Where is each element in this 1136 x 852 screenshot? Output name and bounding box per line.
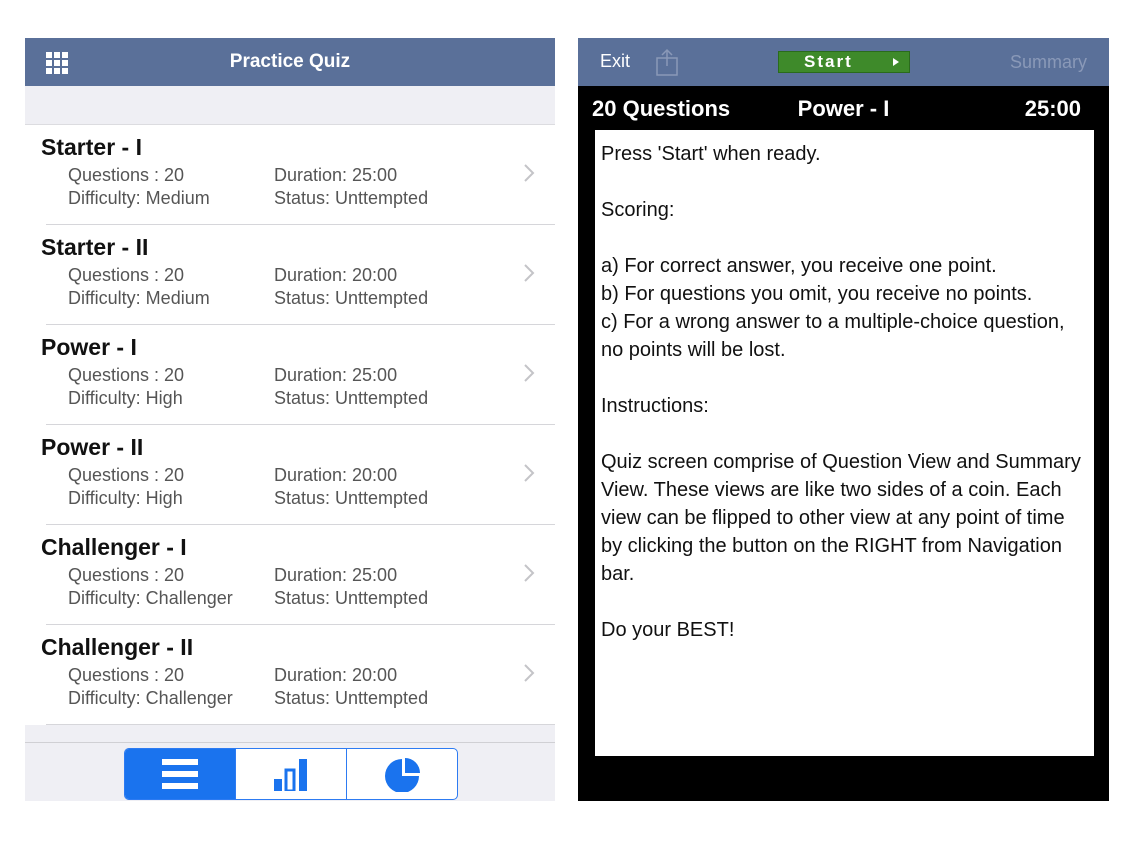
quiz-duration: Duration: 20:00 [274, 265, 398, 285]
quiz-duration: Duration: 25:00 [274, 565, 398, 585]
view-segmented-control [124, 748, 458, 800]
quiz-status: Status: Unttempted [274, 688, 429, 708]
list-footer [25, 725, 555, 742]
start-button-label: Start [804, 52, 853, 71]
quiz-difficulty: Difficulty: Medium [68, 188, 210, 208]
summary-button[interactable]: Summary [1010, 52, 1087, 73]
exit-button[interactable]: Exit [600, 51, 630, 72]
tab-pie-chart-view[interactable] [347, 749, 457, 799]
bar-chart-icon [274, 759, 307, 791]
quiz-list: Starter - I Questions : 20 Difficulty: M… [25, 125, 555, 725]
quiz-row-challenger-1[interactable]: Challenger - I Questions : 20 Difficulty… [25, 525, 555, 625]
quiz-status: Status: Unttempted [274, 488, 429, 508]
quiz-duration: Duration: 25:00 [274, 165, 398, 185]
chevron-right-icon [524, 564, 535, 582]
quiz-questions: Questions : 20 [68, 665, 185, 685]
quiz-questions: Questions : 20 [68, 365, 185, 385]
instructions-panel: Press 'Start' when ready. Scoring: a) Fo… [595, 130, 1094, 756]
quiz-duration: Duration: 25:00 [274, 365, 398, 385]
quiz-difficulty: Difficulty: Challenger [68, 588, 233, 608]
quiz-difficulty: Difficulty: Medium [68, 288, 210, 308]
quiz-difficulty: Difficulty: High [68, 388, 183, 408]
quiz-list-screen: Practice Quiz Starter - I Questions : 20… [25, 38, 555, 801]
ready-text: Press 'Start' when ready. [601, 143, 821, 165]
list-icon [162, 759, 198, 789]
quiz-row-power-2[interactable]: Power - II Questions : 20 Difficulty: Hi… [25, 425, 555, 525]
quiz-duration: Duration: 20:00 [274, 665, 398, 685]
quiz-row-starter-2[interactable]: Starter - II Questions : 20 Difficulty: … [25, 225, 555, 325]
quiz-status: Status: Unttempted [274, 188, 429, 208]
instructions-heading: Instructions: [601, 395, 709, 417]
quiz-questions: Questions : 20 [68, 165, 185, 185]
scoring-rule-b: b) For questions you omit, you receive n… [601, 283, 1033, 305]
scoring-rule-c: c) For a wrong answer to a multiple-choi… [601, 311, 1065, 361]
quiz-status: Status: Unttempted [274, 588, 429, 608]
page-title: Practice Quiz [229, 51, 351, 72]
quiz-duration: Duration: 20:00 [274, 465, 398, 485]
quiz-questions: Questions : 20 [68, 465, 185, 485]
quiz-name: Challenger - II [41, 634, 194, 660]
quiz-name: Power - I [41, 334, 137, 360]
timer: 25:00 [1024, 96, 1081, 121]
chevron-right-icon [524, 664, 535, 682]
quiz-intro-screen: Exit Start Summary Power - I 20 Question… [578, 38, 1109, 801]
tab-bar [25, 742, 555, 801]
section-header [25, 86, 555, 125]
quiz-questions: Questions : 20 [68, 265, 185, 285]
scoring-rule-a: a) For correct answer, you receive one p… [601, 255, 997, 277]
chevron-right-icon [524, 164, 535, 182]
chevron-right-icon [524, 464, 535, 482]
tab-list-view[interactable] [125, 749, 236, 799]
start-button[interactable]: Start [778, 51, 910, 73]
scoring-heading: Scoring: [601, 199, 675, 221]
quiz-questions: Questions : 20 [68, 565, 185, 585]
quiz-info-bar: Power - I 20 Questions 25:00 [578, 86, 1109, 130]
quiz-name: Challenger - I [41, 534, 187, 560]
quiz-name: Starter - II [41, 234, 149, 260]
quiz-name: Power - II [41, 434, 144, 460]
question-count: 20 Questions [592, 96, 731, 121]
chevron-right-icon [524, 364, 535, 382]
navigation-bar: Practice Quiz [25, 38, 555, 86]
pie-chart-icon [385, 758, 420, 792]
quiz-name: Starter - I [41, 134, 142, 160]
play-arrow-icon [893, 58, 899, 66]
chevron-right-icon [524, 264, 535, 282]
encouragement-text: Do your BEST! [601, 619, 735, 641]
navigation-bar: Exit Start Summary [578, 38, 1109, 86]
instructions-body: Quiz screen comprise of Question View an… [601, 451, 1081, 585]
quiz-status: Status: Unttempted [274, 288, 429, 308]
quiz-difficulty: Difficulty: Challenger [68, 688, 233, 708]
quiz-status: Status: Unttempted [274, 388, 429, 408]
quiz-row-starter-1[interactable]: Starter - I Questions : 20 Difficulty: M… [25, 125, 555, 225]
quiz-row-challenger-2[interactable]: Challenger - II Questions : 20 Difficult… [25, 625, 555, 725]
tab-bar-chart-view[interactable] [236, 749, 347, 799]
quiz-row-power-1[interactable]: Power - I Questions : 20 Difficulty: Hig… [25, 325, 555, 425]
share-icon[interactable] [654, 48, 680, 76]
quiz-difficulty: Difficulty: High [68, 488, 183, 508]
